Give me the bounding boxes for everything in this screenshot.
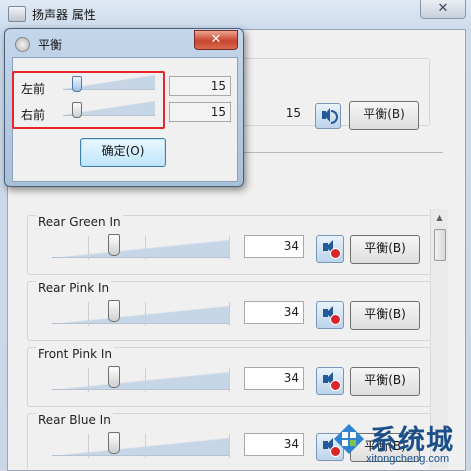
volume-slider-thumb[interactable] <box>108 366 120 388</box>
volume-slider-thumb[interactable] <box>108 300 120 322</box>
volume-value-field[interactable]: 34 <box>244 367 304 390</box>
channel-rear-pink-in: Rear Pink In 34 平衡(B) <box>27 281 431 341</box>
volume-slider-track[interactable] <box>52 438 230 456</box>
channel-name: Rear Green In <box>36 215 123 229</box>
main-window-title: 扬声器 属性 <box>32 8 96 22</box>
dialog-close-button[interactable]: ✕ <box>194 30 238 50</box>
left-front-value-field[interactable]: 15 <box>169 76 231 96</box>
speaker-app-icon <box>8 6 26 22</box>
volume-slider-track[interactable] <box>52 240 230 258</box>
upper-speaker-icon-button[interactable] <box>315 103 341 129</box>
upper-balance-button[interactable]: 平衡(B) <box>349 101 419 130</box>
balance-button[interactable]: 平衡(B) <box>350 235 420 264</box>
watermark-brand: 系统城 <box>370 425 454 456</box>
volume-value-field[interactable]: 34 <box>244 235 304 258</box>
watermark: 系统城 xitongcheng.com <box>330 418 471 469</box>
channel-front-pink-in: Front Pink In 34 平衡(B) <box>27 347 431 407</box>
muted-speaker-icon-button[interactable] <box>316 235 344 263</box>
volume-value-field[interactable]: 34 <box>244 301 304 324</box>
scroll-up-arrow-icon[interactable]: ▲ <box>431 209 448 226</box>
channel-name: Front Pink In <box>36 347 114 361</box>
muted-speaker-icon-button[interactable] <box>316 367 344 395</box>
muted-speaker-icon-button[interactable] <box>316 301 344 329</box>
channel-rear-green-in: Rear Green In 34 平衡(B) <box>27 215 431 275</box>
balance-button[interactable]: 平衡(B) <box>350 367 420 396</box>
dialog-speaker-icon <box>15 37 30 52</box>
volume-slider-thumb[interactable] <box>108 234 120 256</box>
volume-slider-track[interactable] <box>52 306 230 324</box>
dialog-title: 平衡 <box>38 38 63 52</box>
volume-slider-track[interactable] <box>52 372 230 390</box>
main-close-button[interactable]: ✕ <box>420 0 466 19</box>
channel-name: Rear Blue In <box>36 413 113 427</box>
scrollbar-thumb[interactable] <box>434 229 446 261</box>
volume-value-field[interactable]: 34 <box>244 433 304 456</box>
channel-name: Rear Pink In <box>36 281 112 295</box>
volume-slider-thumb[interactable] <box>108 432 120 454</box>
main-titlebar[interactable]: 扬声器 属性 ✕ <box>0 0 471 28</box>
ok-button[interactable]: 确定(O) <box>80 138 166 167</box>
balance-button[interactable]: 平衡(B) <box>350 301 420 330</box>
brand-logo-icon <box>334 424 364 454</box>
right-front-value-field[interactable]: 15 <box>169 102 231 122</box>
watermark-url: xitongcheng.com <box>366 453 450 465</box>
red-highlight-box <box>12 71 165 129</box>
